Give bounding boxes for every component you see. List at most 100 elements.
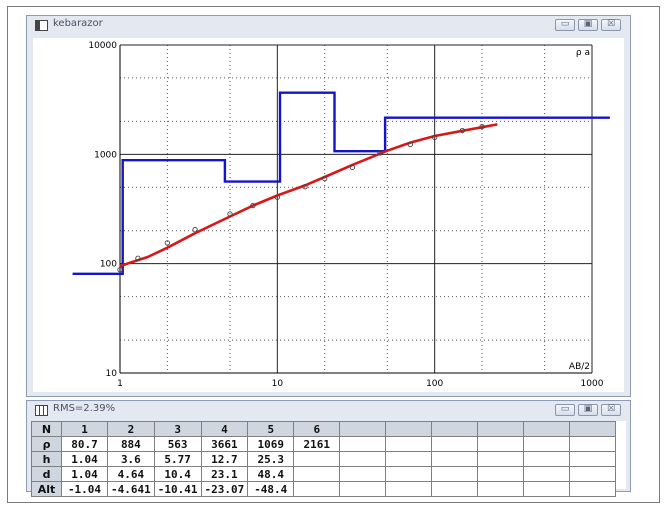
table-cell[interactable] [385, 451, 433, 467]
table-cell[interactable] [339, 466, 387, 482]
plot-window-title: kebarazor [53, 18, 103, 29]
calculated-curve [119, 123, 498, 268]
table-cell[interactable] [477, 436, 525, 452]
table-cell[interactable] [293, 466, 341, 482]
table-cell[interactable]: 5.77 [153, 451, 202, 467]
table-cell[interactable]: 563 [153, 436, 202, 452]
table-row: ρ 80.7 884 563 3661 1069 2161 [31, 436, 617, 452]
table-minimize-button[interactable]: ▭ [555, 404, 575, 416]
x-tick-label: 10 [272, 379, 284, 389]
close-icon: ☒ [606, 404, 616, 414]
table-cell[interactable]: -4.641 [107, 481, 155, 497]
table-icon [35, 405, 48, 416]
table-cell[interactable]: 3661 [200, 436, 249, 452]
column-header [385, 421, 433, 437]
table-cell[interactable]: -1.04 [61, 481, 108, 497]
column-header: 2 [107, 421, 155, 437]
minimize-button[interactable]: ▭ [555, 19, 575, 31]
column-header: 6 [293, 421, 341, 437]
table-cell[interactable] [569, 436, 617, 452]
y-tick-label: 10000 [88, 41, 117, 51]
y-tick-label: 10 [106, 369, 118, 379]
plot-window-titlebar[interactable]: kebarazor ▭ ▣ ☒ [27, 16, 630, 34]
table-cell[interactable] [523, 436, 571, 452]
table-cell[interactable]: 10.4 [153, 466, 202, 482]
row-label: d [31, 466, 62, 482]
table-cell[interactable]: 4.64 [107, 466, 155, 482]
table-cell[interactable] [431, 436, 479, 452]
x-tick-label: 1000 [581, 379, 604, 389]
window-icon [35, 20, 48, 31]
plot-window[interactable]: kebarazor ▭ ▣ ☒ 1 10 100 1000 10 100 1000 10000… [26, 15, 631, 397]
table-cell[interactable]: 12.7 [200, 451, 249, 467]
row-label: Alt [31, 481, 62, 497]
column-header: 1 [61, 421, 108, 437]
table-cell[interactable] [477, 451, 525, 467]
column-header: 5 [247, 421, 295, 437]
table-maximize-button[interactable]: ▣ [578, 404, 598, 416]
table-cell[interactable] [431, 481, 479, 497]
column-header [523, 421, 571, 437]
column-header [569, 421, 617, 437]
table-cell[interactable]: 884 [107, 436, 155, 452]
close-button[interactable]: ☒ [601, 19, 621, 31]
sounding-plot-area[interactable]: 1 10 100 1000 10 100 1000 10000 AB/2 ρ a [33, 38, 624, 392]
table-window[interactable]: RMS=2.39% ▭ ▣ ☒ N 1 2 3 4 5 6 ρ 80.7 884 563 3661 10… [26, 400, 631, 497]
table-cell[interactable] [523, 466, 571, 482]
table-cell[interactable] [477, 466, 525, 482]
maximize-button[interactable]: ▣ [578, 19, 598, 31]
table-cell[interactable] [569, 481, 617, 497]
table-cell[interactable] [569, 466, 617, 482]
table-cell[interactable] [569, 451, 617, 467]
table-cell[interactable] [385, 466, 433, 482]
rms-label: RMS=2.39% [53, 403, 116, 414]
minimize-icon: ▭ [560, 404, 570, 414]
table-cell[interactable]: 2161 [293, 436, 341, 452]
table-cell[interactable] [385, 436, 433, 452]
table-window-titlebar[interactable]: RMS=2.39% ▭ ▣ ☒ [27, 401, 630, 419]
table-cell[interactable]: 1.04 [61, 451, 108, 467]
table-cell[interactable] [385, 481, 433, 497]
table-cell[interactable]: -10.41 [153, 481, 202, 497]
column-header [339, 421, 387, 437]
y-tick-label: 100 [100, 260, 117, 270]
close-icon: ☒ [606, 19, 616, 29]
x-tick-label: 100 [426, 379, 443, 389]
table-cell[interactable]: 1069 [247, 436, 295, 452]
table-cell[interactable] [431, 451, 479, 467]
table-cell[interactable]: 48.4 [247, 466, 295, 482]
table-cell[interactable] [293, 481, 341, 497]
table-header-row: N123456 [31, 421, 617, 437]
table-cell[interactable] [431, 466, 479, 482]
table-cell[interactable] [477, 481, 525, 497]
table-cell[interactable] [339, 481, 387, 497]
y-tick-label: 1000 [94, 150, 117, 160]
table-cell[interactable]: 80.7 [61, 436, 108, 452]
model-step-curve [72, 91, 610, 276]
table-cell[interactable] [523, 481, 571, 497]
maximize-icon: ▣ [583, 19, 593, 29]
row-label: ρ [31, 436, 62, 452]
table-cell[interactable] [523, 451, 571, 467]
table-row: d 1.04 4.64 10.4 23.1 48.4 [31, 466, 617, 482]
data-point [192, 226, 198, 233]
table-cell[interactable]: 3.6 [107, 451, 155, 467]
layer-table: N 1 2 3 4 5 6 ρ 80.7 884 563 3661 1069 2161 h 1.04 3.6 5.… [31, 421, 617, 497]
table-row: h 1.04 3.6 5.77 12.7 25.3 [31, 451, 617, 467]
table-cell[interactable]: 23.1 [200, 466, 249, 482]
table-cell[interactable] [339, 436, 387, 452]
table-row: Alt -1.04 -4.641 -10.41 -23.07 -48.4 [31, 481, 617, 497]
x-axis-label: AB/2 [569, 362, 590, 372]
table-close-button[interactable]: ☒ [601, 404, 621, 416]
table-cell[interactable]: -23.07 [200, 481, 249, 497]
table-cell[interactable] [293, 451, 341, 467]
sounding-chart[interactable]: 1 10 100 100010100100010000AB/2ρ a [33, 38, 624, 392]
table-cell[interactable]: -48.4 [247, 481, 295, 497]
layer-table-container: N 1 2 3 4 5 6 ρ 80.7 884 563 3661 1069 2161 h 1.04 3.6 5.… [31, 421, 626, 497]
table-cell[interactable]: 25.3 [247, 451, 295, 467]
column-header: 4 [200, 421, 249, 437]
minimize-icon: ▭ [560, 19, 570, 29]
table-cell[interactable]: 1.04 [61, 466, 108, 482]
table-cell[interactable] [339, 451, 387, 467]
column-header [431, 421, 479, 437]
